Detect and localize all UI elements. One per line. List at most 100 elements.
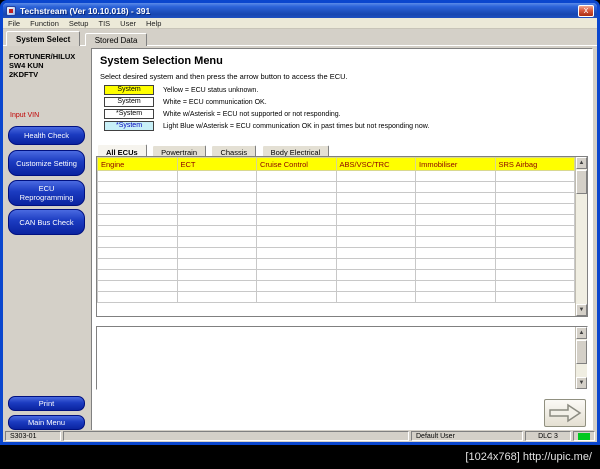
ecu-table-empty-cell (335, 192, 416, 204)
ecu-table-empty-cell (415, 203, 496, 215)
ecu-table-empty-cell (256, 170, 337, 182)
ecu-cell-immobiliser[interactable]: Immobiliser (415, 157, 496, 171)
ecu-table-empty-cell (415, 269, 496, 281)
can-bus-check-button[interactable]: CAN Bus Check (8, 209, 85, 235)
status-code: S303-01 (5, 431, 61, 441)
tab-stored-data[interactable]: Stored Data (84, 33, 148, 47)
vehicle-model: FORTUNER/HILUX (9, 52, 76, 61)
ecu-table-empty-cell (97, 269, 178, 281)
ecu-table-empty-cell (494, 258, 575, 270)
ecu-table-container: Engine ECT Cruise Control ABS/VSC/TRC Im… (96, 156, 588, 317)
vehicle-series: SW4 KUN (9, 61, 44, 70)
menu-tis[interactable]: TIS (98, 19, 110, 28)
menu-bar: File Function Setup TIS User Help (3, 18, 597, 29)
watermark-text: [1024x768] http://upic.me/ (465, 451, 592, 463)
ecu-table-empty-cell (494, 181, 575, 193)
ecu-table-empty-cell (415, 214, 496, 226)
ecu-table-empty-cell (97, 236, 178, 248)
ecu-table-empty-cell (335, 236, 416, 248)
ecu-cell-abs-vsc-trc[interactable]: ABS/VSC/TRC (335, 157, 416, 171)
menu-setup[interactable]: Setup (69, 19, 89, 28)
ecu-table-scrollbar[interactable]: ▲ ▼ (575, 157, 587, 316)
scroll-down-icon[interactable]: ▼ (576, 304, 587, 316)
ecu-table-empty-row[interactable] (97, 225, 575, 237)
ecu-table-empty-cell (97, 225, 178, 237)
ecu-table-empty-cell (176, 236, 257, 248)
ecu-table-empty-cell (335, 170, 416, 182)
ecu-table-empty-cell (176, 269, 257, 281)
status-user: Default User (411, 431, 523, 441)
ecu-reprogramming-button[interactable]: ECU Reprogramming (8, 180, 85, 206)
legend-sample-white: System (104, 97, 154, 107)
ecu-table-empty-row[interactable] (97, 181, 575, 193)
legend-text-white: White = ECU communication OK. (163, 98, 267, 106)
scroll-up-icon[interactable]: ▲ (576, 157, 587, 169)
customize-setting-button[interactable]: Customize Setting (8, 150, 85, 176)
ecu-table-empty-cell (415, 258, 496, 270)
client-area: FORTUNER/HILUX SW4 KUN 2KDFTV Input VIN … (3, 46, 597, 442)
tab-system-select[interactable]: System Select (6, 31, 81, 47)
scroll-down-icon[interactable]: ▼ (576, 377, 587, 389)
ecu-table-empty-cell (335, 181, 416, 193)
ecu-table-empty-cell (176, 280, 257, 292)
main-menu-button[interactable]: Main Menu (8, 415, 85, 430)
ecu-cell-cruise-control[interactable]: Cruise Control (256, 157, 337, 171)
legend-sample-yellow: System (104, 85, 154, 95)
ecu-table-empty-cell (256, 181, 337, 193)
ecu-table-empty-cell (256, 203, 337, 215)
print-button[interactable]: Print (8, 396, 85, 411)
ecu-table-empty-row[interactable] (97, 236, 575, 248)
ecu-table-empty-cell (415, 247, 496, 259)
health-check-button[interactable]: Health Check (8, 126, 85, 145)
ecu-table-empty-cell (176, 247, 257, 259)
ecu-table-empty-cell (256, 280, 337, 292)
ecu-table-empty-cell (176, 203, 257, 215)
ecu-table-empty-cell (97, 258, 178, 270)
ecu-cell-ect[interactable]: ECT (176, 157, 257, 171)
ecu-table-empty-cell (335, 269, 416, 281)
ecu-table-header-row: Engine ECT Cruise Control ABS/VSC/TRC Im… (97, 157, 575, 171)
message-panel-scrollbar[interactable]: ▲ ▼ (575, 327, 587, 389)
scrollbar-thumb[interactable] (576, 340, 587, 364)
title-bar[interactable]: Techstream (Ver 10.10.018) - 391 x (3, 3, 597, 18)
close-icon[interactable]: x (578, 4, 594, 17)
access-ecu-arrow-button[interactable] (544, 399, 586, 427)
ecu-table-empty-row[interactable] (97, 291, 575, 303)
ecu-table-empty-row[interactable] (97, 203, 575, 215)
input-vin-link[interactable]: Input VIN (10, 112, 39, 119)
menu-file[interactable]: File (8, 19, 20, 28)
scroll-up-icon[interactable]: ▲ (576, 327, 587, 339)
legend-row-asterisk: *System White w/Asterisk = ECU not suppo… (104, 108, 429, 120)
ecu-table-empty-cell (415, 291, 496, 303)
ecu-table-empty-cell (335, 225, 416, 237)
ecu-tab-strip: All ECUs Powertrain Chassis Body Electri… (97, 141, 330, 159)
ecu-table-empty-cell (256, 236, 337, 248)
ecu-table-empty-cell (494, 280, 575, 292)
legend-row-yellow: System Yellow = ECU status unknown. (104, 84, 429, 96)
ecu-table-empty-row[interactable] (97, 280, 575, 292)
status-spacer (63, 431, 409, 441)
app-icon (6, 5, 16, 16)
ecu-table-empty-cell (176, 291, 257, 303)
ecu-cell-srs-airbag[interactable]: SRS Airbag (494, 157, 575, 171)
ecu-table-empty-cell (97, 203, 178, 215)
menu-help[interactable]: Help (146, 19, 161, 28)
menu-user[interactable]: User (120, 19, 136, 28)
ecu-table-empty-cell (176, 192, 257, 204)
ecu-table-empty-cell (256, 214, 337, 226)
ecu-table-empty-cell (97, 291, 178, 303)
ecu-table-empty-row[interactable] (97, 192, 575, 204)
ecu-table-empty-row[interactable] (97, 258, 575, 270)
scrollbar-thumb[interactable] (576, 170, 587, 194)
ecu-table-empty-row[interactable] (97, 247, 575, 259)
ecu-table-empty-row[interactable] (97, 170, 575, 182)
ecu-table-empty-row[interactable] (97, 269, 575, 281)
ecu-table-empty-row[interactable] (97, 214, 575, 226)
ecu-table-empty-cell (256, 291, 337, 303)
status-dlc: DLC 3 (525, 431, 571, 441)
ecu-cell-engine[interactable]: Engine (97, 157, 178, 171)
legend-text-asterisk: White w/Asterisk = ECU not supported or … (163, 110, 341, 118)
ecu-table-empty-cell (256, 269, 337, 281)
menu-function[interactable]: Function (30, 19, 59, 28)
ecu-table-empty-cell (415, 225, 496, 237)
